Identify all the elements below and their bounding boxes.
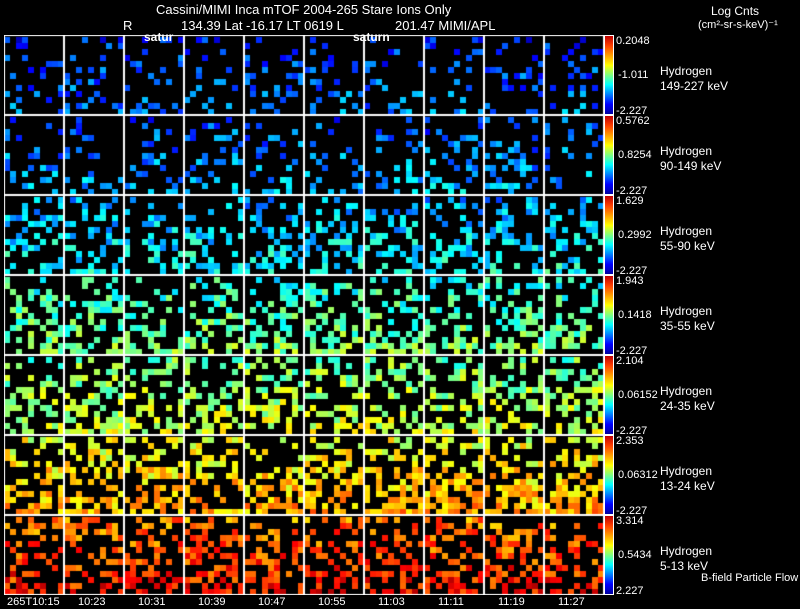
colorbar-max: 1.629 bbox=[616, 195, 644, 207]
colorbar-max: 0.2048 bbox=[616, 35, 650, 47]
saturn-marker-label: satur bbox=[144, 30, 174, 44]
time-tick-label: 10:47 bbox=[258, 596, 286, 608]
energy-label: 13-24 keV bbox=[660, 479, 715, 493]
panel-grid bbox=[4, 35, 604, 595]
energy-label: 55-90 keV bbox=[660, 239, 715, 253]
time-tick-label: 265T10:15 bbox=[7, 596, 60, 608]
time-tick-label: 10:55 bbox=[318, 596, 346, 608]
species-label: Hydrogen bbox=[660, 144, 713, 158]
colorbar bbox=[604, 515, 614, 595]
colorbar-mid: 0.06312 bbox=[618, 469, 658, 481]
saturn-marker-label: saturn bbox=[353, 30, 390, 44]
energy-label: 149-227 keV bbox=[660, 79, 729, 93]
species-label: Hydrogen bbox=[660, 544, 713, 558]
colorbar-mid: 0.5434 bbox=[618, 549, 652, 561]
species-label: Hydrogen bbox=[660, 304, 713, 318]
colorbar bbox=[604, 35, 614, 115]
colorbar-mid: 0.1418 bbox=[618, 309, 652, 321]
time-tick-label: 10:31 bbox=[138, 596, 166, 608]
colorbar-max: 3.314 bbox=[616, 515, 644, 527]
colorbar-mid: 0.06152 bbox=[618, 389, 658, 401]
species-label: Hydrogen bbox=[660, 224, 713, 238]
energy-label: 24-35 keV bbox=[660, 399, 715, 413]
units-label-1: Log Cnts bbox=[711, 4, 760, 18]
colorbar-mid: -1.011 bbox=[618, 69, 649, 81]
l-value-readout: 201.47 MIMI/APL bbox=[395, 18, 496, 33]
colorbar bbox=[604, 275, 614, 355]
colorbar-max: 2.353 bbox=[616, 435, 644, 447]
colorbar bbox=[604, 195, 614, 275]
plot-title: Cassini/MIMI Inca mTOF 2004-265 Stare Io… bbox=[156, 2, 452, 17]
energy-label: 35-55 keV bbox=[660, 319, 715, 333]
colorbar bbox=[604, 435, 614, 515]
heatmap-canvas bbox=[4, 35, 604, 595]
energy-label: 90-149 keV bbox=[660, 159, 722, 173]
position-readout: 134.39 Lat -16.17 LT 0619 L bbox=[181, 18, 344, 33]
species-label: Hydrogen bbox=[660, 464, 713, 478]
time-tick-label: 11:19 bbox=[498, 596, 525, 608]
bfield-legend: B-field Particle Flow bbox=[701, 572, 799, 584]
colorbar-max: 1.943 bbox=[616, 275, 644, 287]
colorbar bbox=[604, 355, 614, 435]
time-tick-label: 10:39 bbox=[198, 596, 226, 608]
time-tick-label: 11:03 bbox=[378, 596, 405, 608]
colorbar-min: 2.227 bbox=[616, 585, 644, 597]
inca-plot: Cassini/MIMI Inca mTOF 2004-265 Stare Io… bbox=[0, 0, 800, 609]
colorbar-max: 0.5762 bbox=[616, 115, 650, 127]
species-label: Hydrogen bbox=[660, 64, 713, 78]
colorbar bbox=[604, 115, 614, 195]
colorbar-mid: 0.8254 bbox=[618, 149, 652, 161]
species-label: Hydrogen bbox=[660, 384, 713, 398]
time-tick-label: 11:11 bbox=[438, 596, 464, 608]
time-tick-label: 10:23 bbox=[78, 596, 106, 608]
colorbar-mid: 0.2992 bbox=[618, 229, 652, 241]
units-label-2: (cm²-sr-s-keV)⁻¹ bbox=[698, 19, 778, 31]
colorbar-max: 2.104 bbox=[616, 355, 644, 367]
r-label: R bbox=[123, 18, 133, 33]
time-tick-label: 11:27 bbox=[558, 596, 585, 608]
